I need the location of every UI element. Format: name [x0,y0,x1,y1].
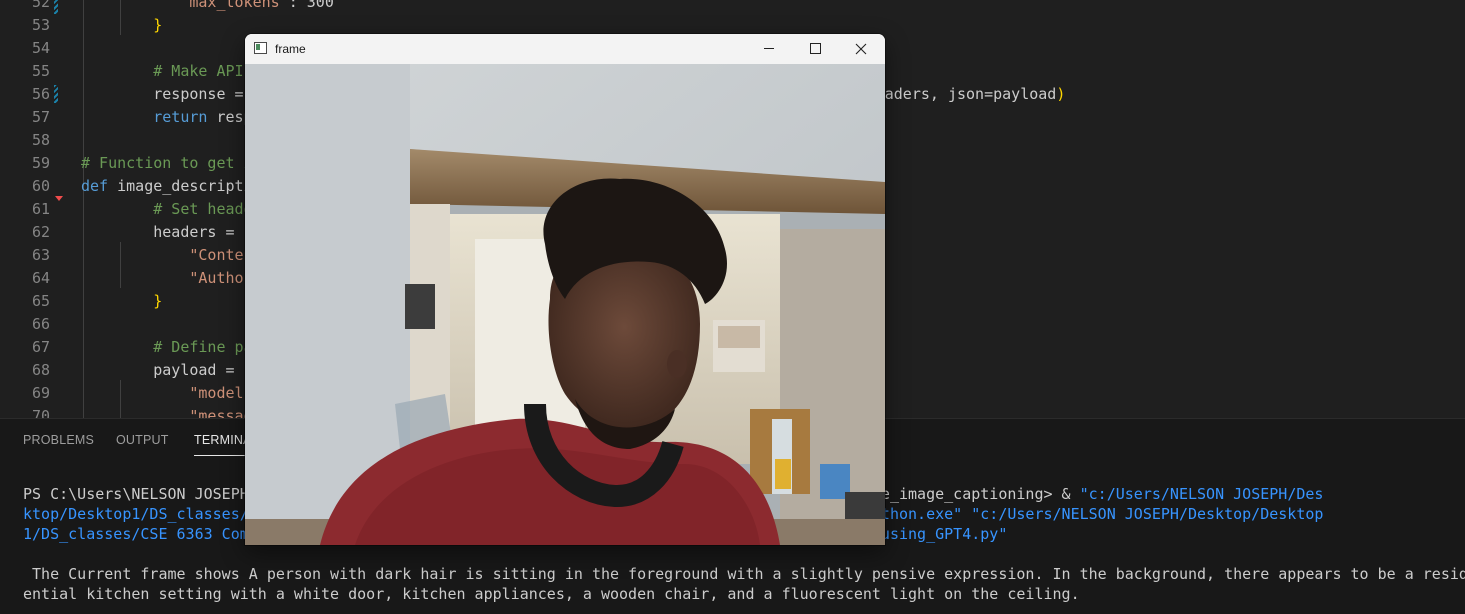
camera-frame-image [245,64,885,545]
window-app-icon [254,42,267,54]
line-number: 61 [31,200,50,218]
tab-problems[interactable]: PROBLEMS [23,433,94,447]
line-number: 70 [31,407,50,418]
window-title: frame [275,42,306,56]
code-text: } [81,290,162,313]
terminal-line: The Current frame shows A person with da… [23,564,1465,584]
line-number: 56 [31,85,50,103]
line-number: 66 [31,315,50,333]
code-text: payload = { [81,359,252,382]
code-text: max_tokens : 300 [81,0,334,14]
code-token: return [153,108,208,126]
code-token: def [81,177,109,195]
line-number: 54 [31,39,50,57]
line-number: 52 [31,0,50,11]
line-number: 58 [31,131,50,149]
line-number: 59 [31,154,50,172]
line-number: 62 [31,223,50,241]
code-token: payload = [153,361,244,379]
terminal-text: The Current frame shows A person with da… [23,565,1465,583]
code-token: response [153,85,226,103]
code-token: headers = [153,223,244,241]
code-text: def image_description [81,175,271,198]
code-text: headers = { [81,221,252,244]
code-token: } [153,16,163,34]
code-text: } [81,14,162,37]
code-token: "model" [189,384,253,402]
minimize-icon [764,48,774,49]
gutter-modified-mark [54,85,58,103]
code-token: } [153,292,163,310]
code-text: # Set headers [81,198,270,221]
line-number: 55 [31,62,50,80]
line-number: 65 [31,292,50,310]
tab-output[interactable]: OUTPUT [116,433,169,447]
code-line[interactable]: 52 max_tokens : 300 [0,0,1465,14]
line-number: 69 [31,384,50,402]
gutter-deleted-mark [55,196,63,201]
gutter-modified-mark [54,0,58,14]
close-button[interactable] [838,34,884,64]
code-token: ) [1056,85,1066,103]
line-number: 53 [31,16,50,34]
line-number: 64 [31,269,50,287]
code-token: : 300 [279,0,334,11]
maximize-button[interactable] [792,34,838,64]
window-titlebar[interactable]: frame [245,34,885,64]
terminal-text: "c:/Users/NELSON JOSEPH/Des [1079,485,1324,503]
line-number: 67 [31,338,50,356]
close-icon [855,43,867,55]
line-number: 68 [31,361,50,379]
maximize-icon [810,43,821,54]
line-number: 57 [31,108,50,126]
terminal-line: ential kitchen setting with a white door… [23,584,1080,604]
line-number: 63 [31,246,50,264]
terminal-text: ential kitchen setting with a white door… [23,585,1080,603]
line-number: 60 [31,177,50,195]
frame-window[interactable]: frame [245,34,885,545]
minimize-button[interactable] [746,34,792,64]
code-token: max_tokens [189,0,280,11]
